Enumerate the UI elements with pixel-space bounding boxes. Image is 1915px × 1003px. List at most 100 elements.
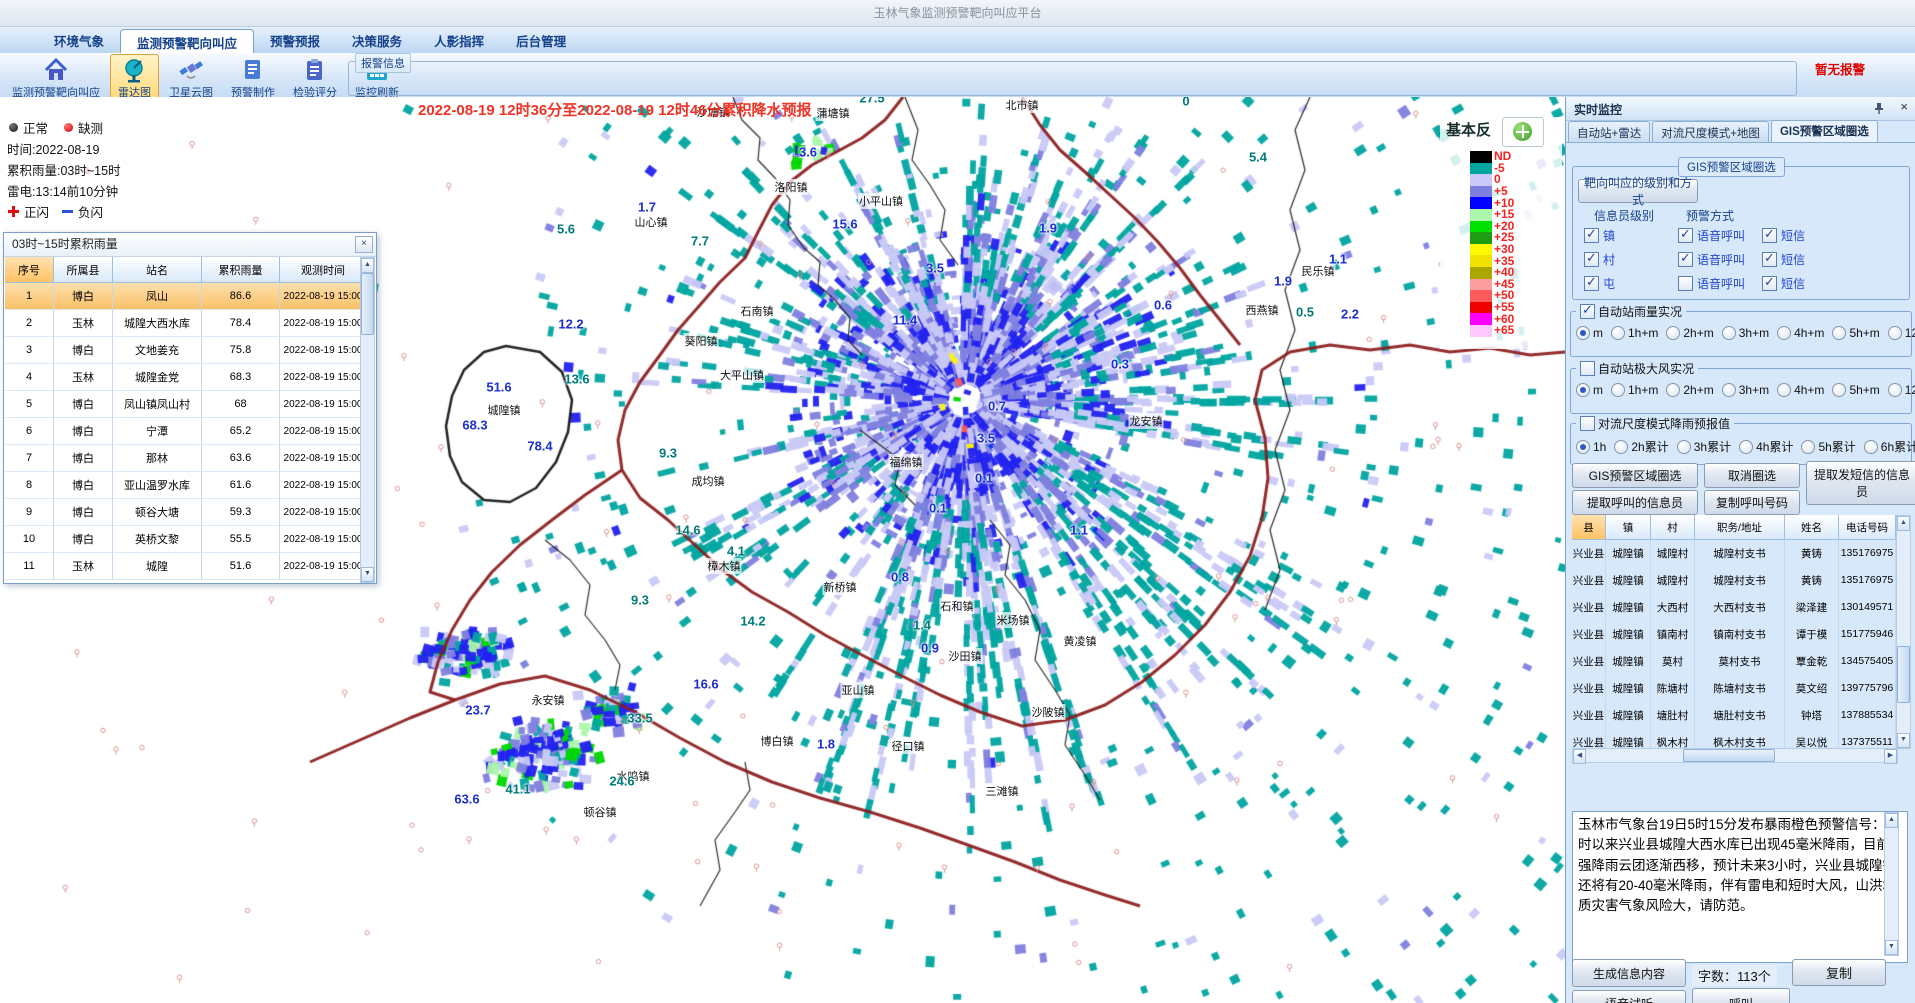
checkbox-sms[interactable]: [1762, 276, 1777, 291]
contacts-col-header[interactable]: 县: [1572, 515, 1606, 540]
radio-option[interactable]: 2h+m: [1666, 383, 1713, 397]
table-row[interactable]: 10博白英桥文黎55.52022-08-19 15:00: [5, 526, 367, 553]
rain-table-scrollbar[interactable]: ▲ ▼: [360, 257, 375, 583]
radio-option[interactable]: 4h+m: [1777, 383, 1824, 397]
radio-option[interactable]: 2h+m: [1666, 326, 1713, 340]
rain-col-header[interactable]: 站名: [113, 257, 202, 283]
radio-option[interactable]: 12h+m: [1888, 326, 1915, 340]
radio-option[interactable]: 3h+m: [1722, 383, 1769, 397]
checkbox-sms[interactable]: [1762, 252, 1777, 267]
radio-option[interactable]: 3h累计: [1677, 438, 1731, 455]
rain-table-window[interactable]: 03时~15时累积雨量 × 序号所属县站名累积雨量观测时间1博白凤山86.620…: [3, 232, 377, 584]
radio-option[interactable]: 1h+m: [1611, 383, 1658, 397]
contact-row[interactable]: 兴业县城隍镇镇南村镇南村支书谭于模151775946: [1572, 621, 1896, 648]
radio-button[interactable]: [1666, 383, 1680, 397]
table-row[interactable]: 8博白亚山温罗水库61.62022-08-19 15:00: [5, 472, 367, 499]
call-level-button[interactable]: 靶向叫应的级别和方式: [1578, 179, 1698, 203]
radio-button[interactable]: [1864, 440, 1878, 454]
pin-icon[interactable]: [1872, 101, 1886, 115]
checkbox-level[interactable]: [1584, 276, 1599, 291]
radio-button[interactable]: [1722, 326, 1736, 340]
menu-tab-0[interactable]: 环境气象: [38, 27, 120, 53]
copy-button[interactable]: 复制: [1792, 959, 1886, 986]
checkbox-level[interactable]: [1584, 252, 1599, 267]
radio-button[interactable]: [1888, 383, 1902, 397]
message-scrollbar[interactable]: ▲▼: [1884, 812, 1899, 956]
extract-call-button[interactable]: 提取呼叫的信息员: [1572, 490, 1698, 515]
radio-option[interactable]: 1h+m: [1611, 326, 1658, 340]
checkbox-voice-call[interactable]: [1678, 252, 1693, 267]
radio-option[interactable]: 12h+m: [1888, 383, 1915, 397]
toolbar-button-radar[interactable]: 雷达图: [110, 54, 159, 102]
radio-option[interactable]: 4h累计: [1739, 438, 1793, 455]
checkbox-level[interactable]: [1584, 228, 1599, 243]
scroll-thumb[interactable]: [1897, 646, 1910, 703]
scroll-thumb[interactable]: [1683, 749, 1775, 762]
table-row[interactable]: 3博白文地姜充75.82022-08-19 15:00: [5, 337, 367, 364]
extract-sms-button[interactable]: 提取发短信的信息员: [1806, 461, 1915, 505]
scroll-down-icon[interactable]: ▼: [1897, 733, 1910, 748]
table-row[interactable]: 5博白凤山镇凤山村682022-08-19 15:00: [5, 391, 367, 418]
voice-preview-button[interactable]: 语音试听: [1572, 990, 1686, 1003]
toolbar-button-clipboard[interactable]: 检验评分: [285, 54, 345, 102]
radio-button[interactable]: [1832, 383, 1846, 397]
checkbox-voice-call[interactable]: [1678, 228, 1693, 243]
table-row[interactable]: 2玉林城隍大西水库78.42022-08-19 15:00: [5, 310, 367, 337]
contact-row[interactable]: 兴业县城隍镇城隍村城隍村支书黄铸135176975: [1572, 567, 1896, 594]
menu-tab-3[interactable]: 决策服务: [336, 27, 418, 53]
rain-col-header[interactable]: 序号: [5, 257, 54, 283]
radio-option[interactable]: 5h累计: [1801, 438, 1855, 455]
panel-header[interactable]: 实时监控 ×: [1566, 97, 1915, 121]
close-icon[interactable]: ×: [355, 236, 373, 253]
radio-option[interactable]: 3h+m: [1722, 326, 1769, 340]
menu-tab-4[interactable]: 人影指挥: [418, 27, 500, 53]
scroll-down-icon[interactable]: ▼: [361, 567, 374, 582]
radio-button[interactable]: [1611, 383, 1625, 397]
toolbar-button-home[interactable]: 监测预警靶向叫应: [4, 54, 108, 102]
radio-button[interactable]: [1777, 326, 1791, 340]
scroll-up-icon[interactable]: ▲: [1897, 516, 1910, 531]
table-row[interactable]: 1博白凤山86.62022-08-19 15:00: [5, 283, 367, 310]
contacts-col-header[interactable]: 电话号码: [1839, 515, 1896, 540]
radio-button[interactable]: [1888, 326, 1902, 340]
contacts-col-header[interactable]: 职务/地址: [1695, 515, 1785, 540]
toolbar-button-warning-doc[interactable]: 预警制作: [223, 54, 283, 102]
contacts-hscrollbar[interactable]: ◀▶: [1572, 748, 1898, 763]
radio-button[interactable]: [1801, 440, 1815, 454]
radio-button[interactable]: [1739, 440, 1753, 454]
contact-row[interactable]: 兴业县城隍镇莫村莫村支书覃金乾134575405: [1572, 648, 1896, 675]
checkbox-group[interactable]: [1580, 416, 1595, 431]
close-icon[interactable]: ×: [1900, 99, 1908, 114]
radio-button[interactable]: [1722, 383, 1736, 397]
checkbox-sms[interactable]: [1762, 228, 1777, 243]
rain-col-header[interactable]: 所属县: [54, 257, 113, 283]
legend-zoom-button[interactable]: [1502, 117, 1544, 147]
menu-tab-2[interactable]: 预警预报: [254, 27, 336, 53]
cancel-select-button[interactable]: 取消圈选: [1704, 463, 1800, 488]
scroll-thumb[interactable]: [361, 273, 374, 335]
checkbox-voice-call[interactable]: [1678, 276, 1693, 291]
radio-option[interactable]: 6h累计: [1864, 438, 1915, 455]
radio-option[interactable]: 4h+m: [1777, 326, 1824, 340]
contact-row[interactable]: 兴业县城隍镇城隍村城隍村支书黄铸135176975: [1572, 540, 1896, 567]
radio-button[interactable]: [1777, 383, 1791, 397]
radio-option[interactable]: m: [1576, 326, 1603, 340]
radio-button[interactable]: [1576, 440, 1590, 454]
table-row[interactable]: 7博白那林63.62022-08-19 15:00: [5, 445, 367, 472]
scroll-up-icon[interactable]: ▲: [1885, 813, 1898, 828]
radio-button[interactable]: [1832, 326, 1846, 340]
call-button[interactable]: 呼叫: [1692, 988, 1790, 1003]
table-row[interactable]: 11玉林城隍51.62022-08-19 15:00: [5, 553, 367, 580]
checkbox-group[interactable]: [1580, 304, 1595, 319]
table-row[interactable]: 9博白顿谷大塘59.32022-08-19 15:00: [5, 499, 367, 526]
radio-button[interactable]: [1677, 440, 1691, 454]
table-row[interactable]: 4玉林城隍金党68.32022-08-19 15:00: [5, 364, 367, 391]
panel-tab-1[interactable]: 对流尺度模式+地图: [1652, 121, 1769, 142]
radar-map[interactable]: 2022-08-19 12时36分至2022-08-19 12时46分累积降水预…: [0, 97, 1566, 1003]
contacts-col-header[interactable]: 姓名: [1785, 515, 1839, 540]
scroll-down-icon[interactable]: ▼: [1885, 940, 1898, 955]
rain-col-header[interactable]: 观测时间: [280, 257, 367, 283]
radio-option[interactable]: 2h累计: [1614, 438, 1668, 455]
menu-tab-1[interactable]: 监测预警靶向叫应: [120, 29, 254, 55]
contacts-scrollbar[interactable]: ▲▼: [1896, 515, 1911, 749]
